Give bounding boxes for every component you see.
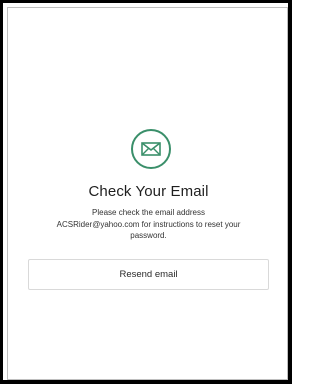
message-line-1: Please check the email address: [92, 208, 205, 217]
envelope-icon: [131, 129, 171, 169]
resend-email-button[interactable]: Resend email: [28, 259, 269, 290]
envelope-glyph: [141, 142, 161, 156]
message-line-2: ACSRider@yahoo.com for instructions to r…: [56, 219, 241, 229]
email-confirmation-card: Check Your Email Please check the email …: [7, 7, 288, 380]
screen-frame: Check Your Email Please check the email …: [0, 0, 292, 384]
message-line-3: password.: [130, 231, 167, 240]
instruction-message: Please check the email address ACSRider@…: [22, 207, 275, 242]
page-title: Check Your Email: [88, 183, 209, 200]
